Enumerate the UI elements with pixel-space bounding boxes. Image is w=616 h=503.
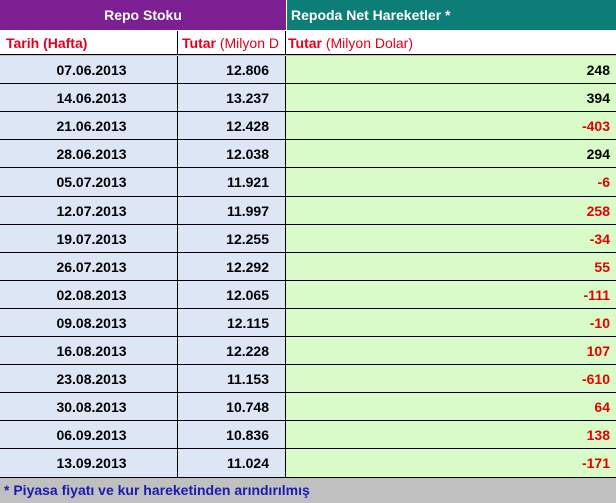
header-net-moves: Repoda Net Hareketler * — [286, 0, 616, 31]
table-row-amount: 12.038 — [178, 140, 286, 168]
table-row-net: -403 — [286, 112, 616, 140]
table-row-date: 14.06.2013 — [0, 84, 178, 112]
table-row-date: 30.08.2013 — [0, 393, 178, 421]
table-row-date: 12.07.2013 — [0, 197, 178, 225]
table-row-date: 16.08.2013 — [0, 337, 178, 365]
table-row-net: -610 — [286, 365, 616, 393]
table-row-net: 107 — [286, 337, 616, 365]
repo-table: Repo Stoku Repoda Net Hareketler * Tarih… — [0, 0, 616, 503]
table-row-amount: 11.997 — [178, 197, 286, 225]
table-row-amount: 12.255 — [178, 225, 286, 253]
column-header-net: Tutar (Milyon Dolar) — [286, 31, 616, 55]
table-row-amount: 12.428 — [178, 112, 286, 140]
table-row-amount: 12.292 — [178, 253, 286, 281]
table-row-amount: 11.024 — [178, 449, 286, 478]
table-row-date: 23.08.2013 — [0, 365, 178, 393]
table-row-net: 64 — [286, 393, 616, 421]
table-row-amount: 12.806 — [178, 56, 286, 84]
table-row-date: 05.07.2013 — [0, 168, 178, 197]
column-header-amount: Tutar (Milyon D — [178, 31, 286, 55]
table-row-amount: 11.921 — [178, 168, 286, 197]
column-header-amount-label: Tutar — [182, 35, 216, 51]
table-row-amount: 10.748 — [178, 393, 286, 421]
table-row-amount: 11.153 — [178, 365, 286, 393]
table-row-amount: 13.237 — [178, 84, 286, 112]
table-row-net: -171 — [286, 449, 616, 478]
table-row-date: 09.08.2013 — [0, 309, 178, 337]
table-row-net: 55 — [286, 253, 616, 281]
table-row-net: -10 — [286, 309, 616, 337]
footnote: * Piyasa fiyatı ve kur hareketinden arın… — [0, 478, 616, 503]
table-row-net: 394 — [286, 84, 616, 112]
table-row-amount: 12.228 — [178, 337, 286, 365]
table-row-date: 13.09.2013 — [0, 449, 178, 478]
table-row-amount: 12.115 — [178, 309, 286, 337]
table-row-date: 21.06.2013 — [0, 112, 178, 140]
column-header-net-label: Tutar — [288, 35, 322, 51]
table-row-net: -34 — [286, 225, 616, 253]
table-row-date: 06.09.2013 — [0, 421, 178, 449]
table-row-net: -111 — [286, 281, 616, 309]
column-header-date-label: Tarih (Hafta) — [6, 35, 88, 51]
header-repo-stock: Repo Stoku — [0, 0, 286, 31]
column-header-amount-unit: (Milyon D — [219, 35, 279, 51]
table-row-net: 294 — [286, 140, 616, 168]
table-row-date: 02.08.2013 — [0, 281, 178, 309]
table-row-date: 19.07.2013 — [0, 225, 178, 253]
column-header-date: Tarih (Hafta) — [0, 31, 178, 55]
table-row-date: 28.06.2013 — [0, 140, 178, 168]
table-row-date: 26.07.2013 — [0, 253, 178, 281]
table-row-amount: 12.065 — [178, 281, 286, 309]
table-row-net: 258 — [286, 197, 616, 225]
table-row-net: 248 — [286, 56, 616, 84]
table-row-date: 07.06.2013 — [0, 56, 178, 84]
table-row-net: 138 — [286, 421, 616, 449]
table-row-amount: 10.836 — [178, 421, 286, 449]
table-row-net: -6 — [286, 168, 616, 197]
column-header-net-unit: (Milyon Dolar) — [325, 35, 413, 51]
